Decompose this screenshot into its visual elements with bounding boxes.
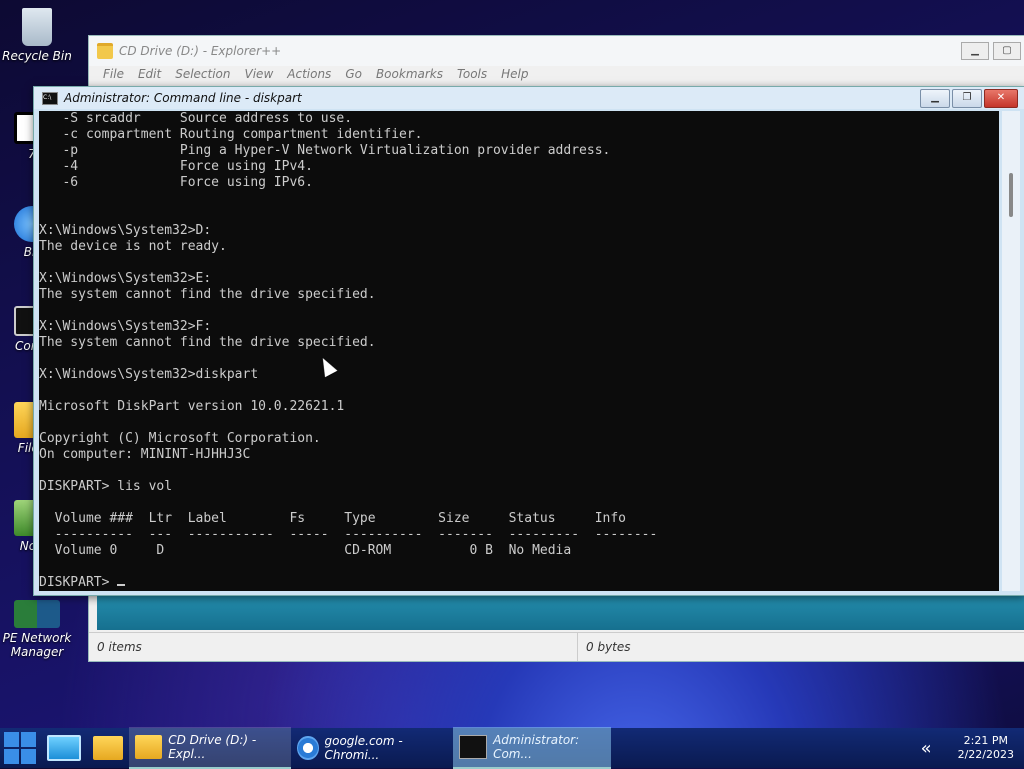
desktop-icon-label: Recycle Bin — [2, 49, 72, 63]
taskbar-item-command[interactable]: Administrator: Com... — [453, 727, 611, 769]
cmd-title: Administrator: Command line - diskpart — [64, 91, 302, 105]
menu-actions[interactable]: Actions — [287, 66, 331, 82]
menu-view[interactable]: View — [245, 66, 274, 82]
close-button[interactable]: ✕ — [984, 89, 1018, 108]
cmd-window-controls: ▁ ❐ ✕ — [920, 89, 1018, 108]
taskbar-item-label: CD Drive (D:) - Expl... — [168, 733, 257, 761]
explorer-window-controls: ▁ ▢ — [961, 42, 1021, 60]
text-cursor — [117, 584, 126, 586]
minimize-button[interactable]: ▁ — [961, 42, 989, 60]
desktop-icon-label: PE Network Manager — [2, 631, 72, 659]
explorer-titlebar[interactable]: CD Drive (D:) - Explorer++ — [89, 36, 1024, 66]
chevron-double-left-icon[interactable]: « — [921, 738, 932, 759]
explorer-title: CD Drive (D:) - Explorer++ — [119, 44, 282, 58]
menu-help[interactable]: Help — [501, 66, 528, 82]
folder-icon — [97, 43, 113, 59]
console-scrollbar[interactable] — [1002, 111, 1020, 591]
command-prompt-icon: C:\ — [42, 91, 58, 105]
taskbar-item-explorer[interactable]: CD Drive (D:) - Expl... — [129, 727, 291, 769]
scrollbar-thumb[interactable] — [1009, 173, 1013, 217]
menu-tools[interactable]: Tools — [457, 66, 487, 82]
explorer-menubar: File Edit Selection View Actions Go Book… — [89, 66, 1024, 82]
taskbar-monitor-icon[interactable] — [41, 728, 87, 768]
menu-go[interactable]: Go — [345, 66, 362, 82]
taskbar-folder-icon[interactable] — [87, 728, 129, 768]
menu-bookmarks[interactable]: Bookmarks — [376, 66, 443, 82]
menu-selection[interactable]: Selection — [175, 66, 230, 82]
network-manager-icon — [14, 600, 60, 628]
console-output[interactable]: -S srcaddr Source address to use. -c com… — [39, 111, 999, 591]
menu-edit[interactable]: Edit — [138, 66, 161, 82]
taskbar-item-label: Administrator: Com... — [493, 733, 580, 761]
console-text: -S srcaddr Source address to use. -c com… — [39, 111, 658, 590]
clock[interactable]: 2:21 PM 2/22/2023 — [958, 734, 1014, 762]
maximize-button[interactable]: ▢ — [993, 42, 1021, 60]
status-item-count: 0 items — [89, 633, 578, 661]
minimize-button[interactable]: ▁ — [920, 89, 950, 108]
clock-time: 2:21 PM — [963, 734, 1008, 747]
status-bytes: 0 bytes — [586, 640, 631, 654]
taskbar-item-chromium[interactable]: google.com - Chromi... — [291, 728, 453, 768]
start-button[interactable] — [3, 731, 37, 765]
chromium-icon — [297, 736, 319, 760]
menu-file[interactable]: File — [103, 66, 124, 82]
system-tray: « 2:21 PM 2/22/2023 — [921, 728, 1014, 768]
explorer-content-area[interactable] — [97, 592, 1024, 630]
taskbar-item-label: google.com - Chromi... — [324, 734, 403, 762]
command-window[interactable]: C:\ Administrator: Command line - diskpa… — [33, 86, 1024, 596]
desktop-icon-pe-network-manager[interactable]: PE Network Manager — [2, 600, 72, 659]
restore-button[interactable]: ❐ — [952, 89, 982, 108]
recycle-bin-icon — [22, 8, 52, 46]
clock-date: 2/22/2023 — [957, 748, 1014, 761]
taskbar: CD Drive (D:) - Expl... google.com - Chr… — [0, 727, 1024, 769]
explorer-statusbar: 0 items 0 bytes — [89, 632, 1024, 661]
cmd-titlebar[interactable]: C:\ Administrator: Command line - diskpa… — [34, 87, 1024, 109]
desktop-icon-recycle-bin[interactable]: Recycle Bin — [2, 8, 72, 63]
command-prompt-icon — [459, 735, 488, 759]
folder-icon — [135, 735, 163, 759]
